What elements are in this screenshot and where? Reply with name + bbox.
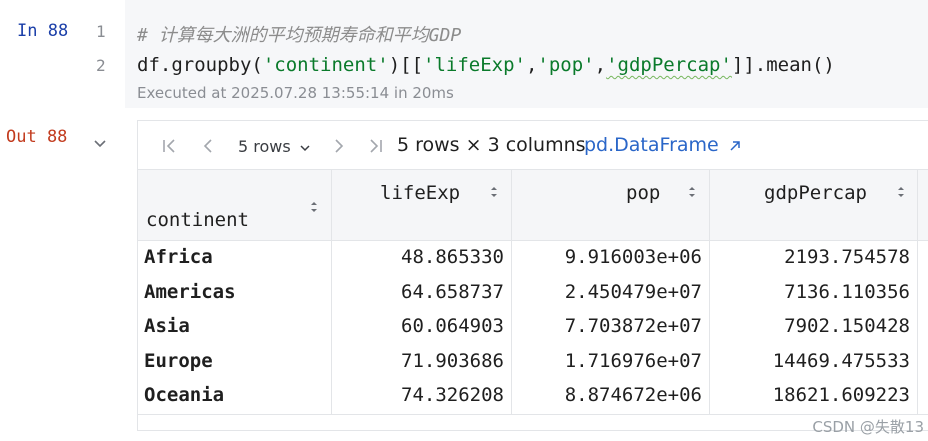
table-row[interactable]: Americas 64.658737 2.450479e+07 7136.110… <box>138 281 928 316</box>
code-comment: # 计算每大洲的平均预期寿命和平均GDP <box>137 25 462 46</box>
cell-pop: 7.703872e+07 <box>564 315 702 337</box>
dataframe-shape-summary: 5 rows × 3 columns <box>397 134 586 156</box>
cell-pop: 1.716976e+07 <box>564 349 702 372</box>
code-token: , <box>594 54 607 76</box>
row-index: Americas <box>144 280 236 303</box>
column-header-lifeexp[interactable]: lifeExp <box>380 182 460 204</box>
column-header-gdppercap[interactable]: gdpPercap <box>764 182 867 204</box>
chevron-down-icon <box>300 144 310 151</box>
code-cell[interactable]: # 计算每大洲的平均预期寿命和平均GDP df.groupby('contine… <box>125 0 928 108</box>
row-index: Africa <box>144 246 213 268</box>
collapse-output-chevron-icon[interactable] <box>92 135 108 151</box>
code-string-spellcheck: 'gdpPercap' <box>606 54 732 76</box>
first-page-icon[interactable] <box>160 136 180 156</box>
execution-info: Executed at 2025.07.28 13:55:14 in 20ms <box>137 84 454 102</box>
code-line[interactable]: df.groupby('continent')[['lifeExp','pop'… <box>137 54 835 76</box>
table-row[interactable]: Oceania 74.326208 8.874672e+06 18621.609… <box>138 384 928 419</box>
code-token: )[[ <box>388 54 424 76</box>
table-row[interactable]: Europe 71.903686 1.716976e+07 14469.4755… <box>138 350 928 385</box>
table-header <box>138 169 928 241</box>
code-string: 'lifeExp' <box>423 54 526 76</box>
code-token: ]].mean() <box>731 54 835 76</box>
sort-icon[interactable] <box>896 185 906 199</box>
sort-icon[interactable] <box>687 185 697 199</box>
cell-pop: 8.874672e+06 <box>564 384 702 406</box>
cell-lifeexp: 48.865330 <box>401 246 504 268</box>
sort-icon[interactable] <box>309 200 319 214</box>
line-number: 2 <box>96 56 106 75</box>
open-external-arrow-icon <box>730 140 740 151</box>
last-page-icon[interactable] <box>365 136 385 156</box>
cell-lifeexp: 60.064903 <box>401 315 504 337</box>
row-index: Oceania <box>144 384 225 406</box>
cell-gdppercap: 18621.609223 <box>772 384 910 406</box>
rows-per-page-dropdown[interactable]: 5 rows <box>238 137 312 156</box>
row-index: Europe <box>144 349 213 372</box>
cell-gdppercap: 7136.110356 <box>784 280 910 303</box>
line-number: 1 <box>96 22 106 41</box>
cell-pop: 9.916003e+06 <box>564 246 702 268</box>
previous-page-icon[interactable] <box>198 136 218 156</box>
row-index: Asia <box>144 315 190 337</box>
rows-per-page-label: 5 rows <box>238 137 291 156</box>
column-header-pop[interactable]: pop <box>626 182 660 204</box>
input-prompt: In 88 <box>17 21 69 41</box>
cell-gdppercap: 7902.150428 <box>784 315 910 337</box>
cell-lifeexp: 74.326208 <box>401 384 504 406</box>
table-row[interactable]: Asia 60.064903 7.703872e+07 7902.150428 <box>138 315 928 350</box>
code-string: 'pop' <box>537 54 595 76</box>
dataframe-toolbar: 5 rows 5 rows × 3 columns pd.DataFrame <box>138 121 928 169</box>
dataframe-type-link[interactable]: pd.DataFrame <box>584 134 741 156</box>
cell-lifeexp: 71.903686 <box>401 349 504 372</box>
next-page-icon[interactable] <box>329 136 349 156</box>
code-token: , <box>525 54 538 76</box>
cell-pop: 2.450479e+07 <box>564 280 702 303</box>
dataframe-output: 5 rows 5 rows × 3 columns pd.DataFrame c… <box>137 120 928 431</box>
cell-gdppercap: 2193.754578 <box>784 246 910 268</box>
code-token: df.groupby( <box>137 54 263 76</box>
watermark: CSDN @失散13 <box>812 418 924 436</box>
sort-icon[interactable] <box>489 185 499 199</box>
output-prompt: Out 88 <box>6 127 68 147</box>
code-string: 'continent' <box>262 54 389 76</box>
table-row[interactable]: Africa 48.865330 9.916003e+06 2193.75457… <box>138 246 928 281</box>
cell-gdppercap: 14469.475533 <box>772 349 910 372</box>
dataframe-type-label: pd.DataFrame <box>584 134 719 156</box>
cell-lifeexp: 64.658737 <box>401 280 504 303</box>
index-column-header[interactable]: continent <box>146 209 249 231</box>
